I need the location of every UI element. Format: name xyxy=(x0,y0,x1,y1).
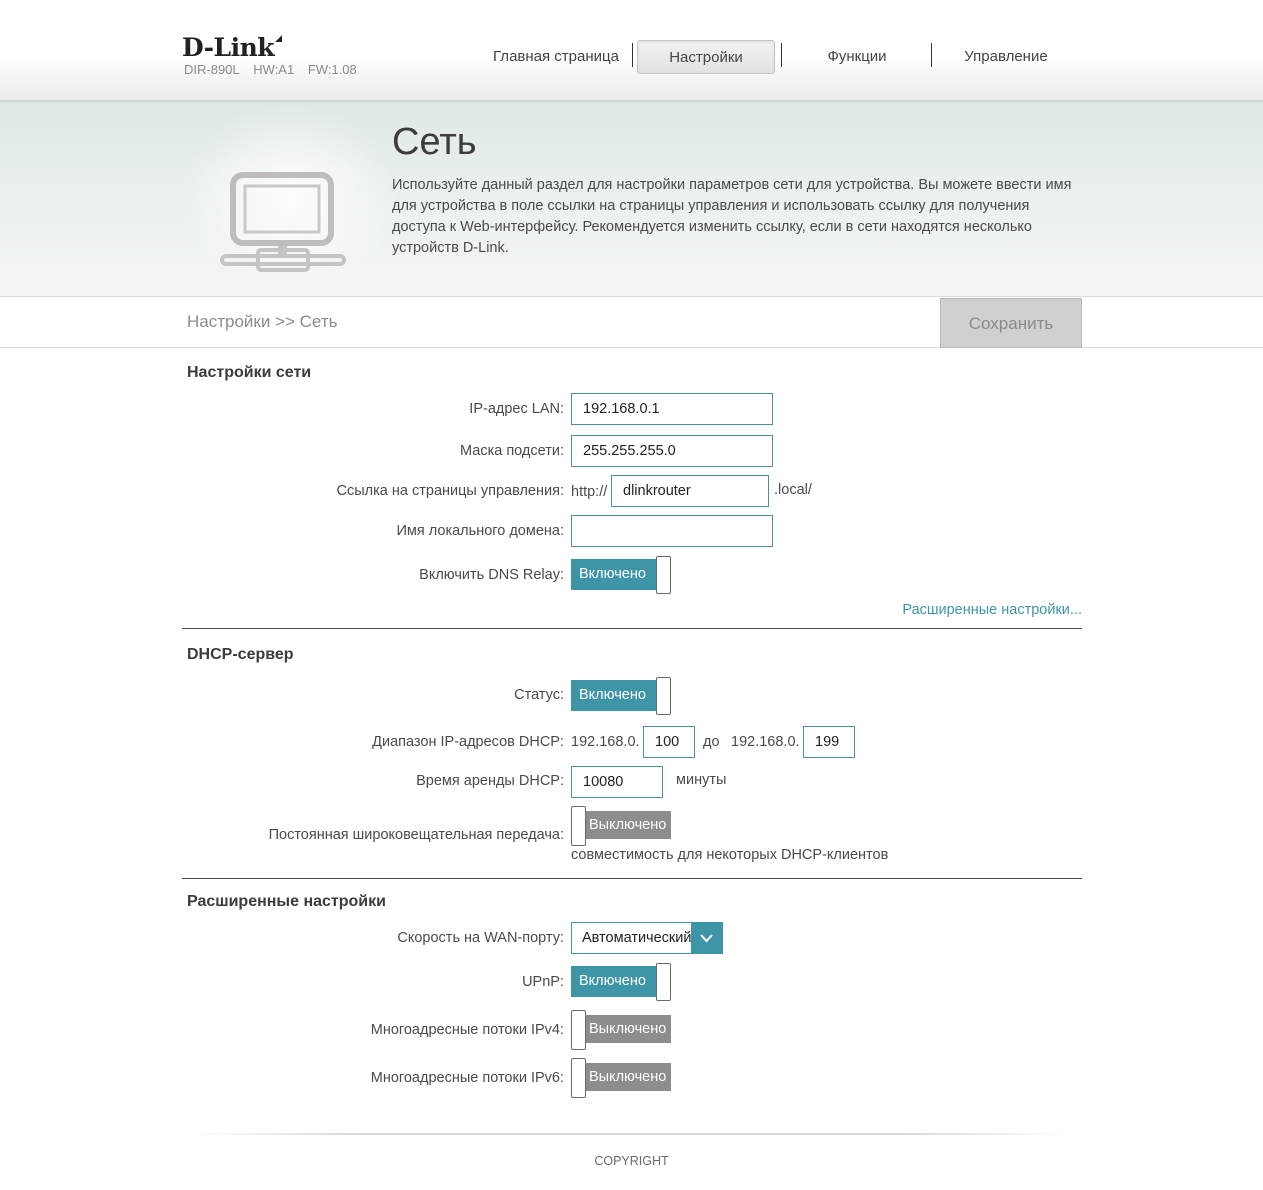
toggle-state: Включено xyxy=(571,559,657,590)
nav-features[interactable]: Функции xyxy=(786,40,928,74)
dhcp-lease-label: Время аренды DHCP: xyxy=(416,773,564,789)
section-divider xyxy=(182,628,1082,629)
wan-speed-value: Автоматический xyxy=(582,930,692,946)
dhcp-status-toggle[interactable]: Включено xyxy=(571,677,671,715)
toggle-knob xyxy=(571,1010,586,1050)
mgmt-link-label: Ссылка на страницы управления: xyxy=(336,483,564,499)
ipv6-multicast-toggle[interactable]: Выключено xyxy=(571,1058,671,1098)
ipv4-multicast-label: Многоадресные потоки IPv4: xyxy=(370,1022,564,1038)
toggle-knob xyxy=(656,963,671,1001)
nav-separator xyxy=(781,43,782,67)
domain-input[interactable] xyxy=(571,515,773,547)
page-title: Сеть xyxy=(392,121,477,163)
dhcp-range-end-input[interactable] xyxy=(803,726,855,758)
domain-label: Имя локального домена: xyxy=(396,523,565,539)
mgmt-link-suffix: .local/ xyxy=(774,482,812,498)
dhcp-range-end-prefix: 192.168.0. xyxy=(731,734,800,750)
hw-version: HW:A1 xyxy=(253,62,295,77)
section-title-network: Настройки сети xyxy=(187,364,312,381)
dhcp-lease-unit: минуты xyxy=(676,772,727,788)
breadcrumb-bar: Настройки >> Сеть Сохранить xyxy=(0,298,1263,348)
dns-relay-label: Включить DNS Relay: xyxy=(419,567,564,583)
wan-speed-select[interactable]: Автоматический xyxy=(571,922,723,954)
subnet-input[interactable] xyxy=(571,435,773,467)
logo-mark-icon xyxy=(275,35,283,42)
toggle-state: Выключено xyxy=(583,1015,671,1043)
nav-management[interactable]: Управление xyxy=(936,40,1076,74)
nav-settings[interactable]: Настройки xyxy=(637,40,775,74)
section-title-advanced: Расширенные настройки xyxy=(187,893,386,910)
advanced-settings-link[interactable]: Расширенные настройки... xyxy=(902,602,1082,618)
lan-ip-input[interactable] xyxy=(571,393,773,425)
upnp-label: UPnP: xyxy=(522,974,564,990)
model-name: DIR-890L xyxy=(184,62,240,77)
nav-home[interactable]: Главная страница xyxy=(480,40,632,74)
dhcp-status-label: Статус: xyxy=(514,687,564,703)
lan-ip-label: IP-адрес LAN: xyxy=(469,401,564,417)
upnp-toggle[interactable]: Включено xyxy=(571,963,671,1001)
nav-separator xyxy=(931,43,932,67)
footer-divider xyxy=(190,1133,1070,1135)
toggle-state: Включено xyxy=(571,680,657,711)
broadcast-toggle[interactable]: Выключено xyxy=(571,806,671,846)
toggle-state: Выключено xyxy=(583,811,671,839)
breadcrumb: Настройки >> Сеть xyxy=(187,312,338,331)
chevron-down-icon xyxy=(691,923,722,953)
dhcp-range-to: до xyxy=(703,734,720,750)
save-button[interactable]: Сохранить xyxy=(940,298,1082,348)
device-info: DIR-890L HW:A1 FW:1.08 xyxy=(184,62,367,77)
wan-speed-label: Скорость на WAN-порту: xyxy=(397,930,564,946)
section-title-dhcp: DHCP-сервер xyxy=(187,646,294,663)
network-computer-icon xyxy=(218,170,348,280)
ipv6-multicast-label: Многоадресные потоки IPv6: xyxy=(370,1070,564,1086)
top-header: D-Link DIR-890L HW:A1 FW:1.08 Главная ст… xyxy=(0,0,1263,102)
page-description: Используйте данный раздел для настройки … xyxy=(392,177,1072,256)
dhcp-lease-input[interactable] xyxy=(571,766,663,798)
subnet-label: Маска подсети: xyxy=(460,443,564,459)
dhcp-range-start-prefix: 192.168.0. xyxy=(571,734,640,750)
ipv4-multicast-toggle[interactable]: Выключено xyxy=(571,1010,671,1050)
toggle-knob xyxy=(656,677,671,715)
fw-version: FW:1.08 xyxy=(307,62,357,77)
dhcp-range-start-input[interactable] xyxy=(643,726,695,758)
mgmt-host-input[interactable] xyxy=(611,475,769,507)
section-divider xyxy=(182,878,1082,879)
toggle-knob xyxy=(571,1058,586,1098)
toggle-state: Выключено xyxy=(583,1063,671,1091)
toggle-knob xyxy=(571,806,586,846)
mgmt-link-prefix: http:// xyxy=(571,484,608,500)
dlink-logo: D-Link xyxy=(182,33,283,62)
toggle-state: Включено xyxy=(571,966,657,997)
dns-relay-toggle[interactable]: Включено xyxy=(571,556,671,594)
copyright: COPYRIGHT xyxy=(594,1154,669,1168)
toggle-knob xyxy=(656,556,671,594)
nav-separator xyxy=(632,43,633,67)
broadcast-label: Постоянная широковещательная передача: xyxy=(268,827,564,843)
broadcast-note: совместимость для некоторых DHCP-клиенто… xyxy=(571,847,889,863)
dhcp-range-label: Диапазон IP-адресов DHCP: xyxy=(372,734,564,750)
